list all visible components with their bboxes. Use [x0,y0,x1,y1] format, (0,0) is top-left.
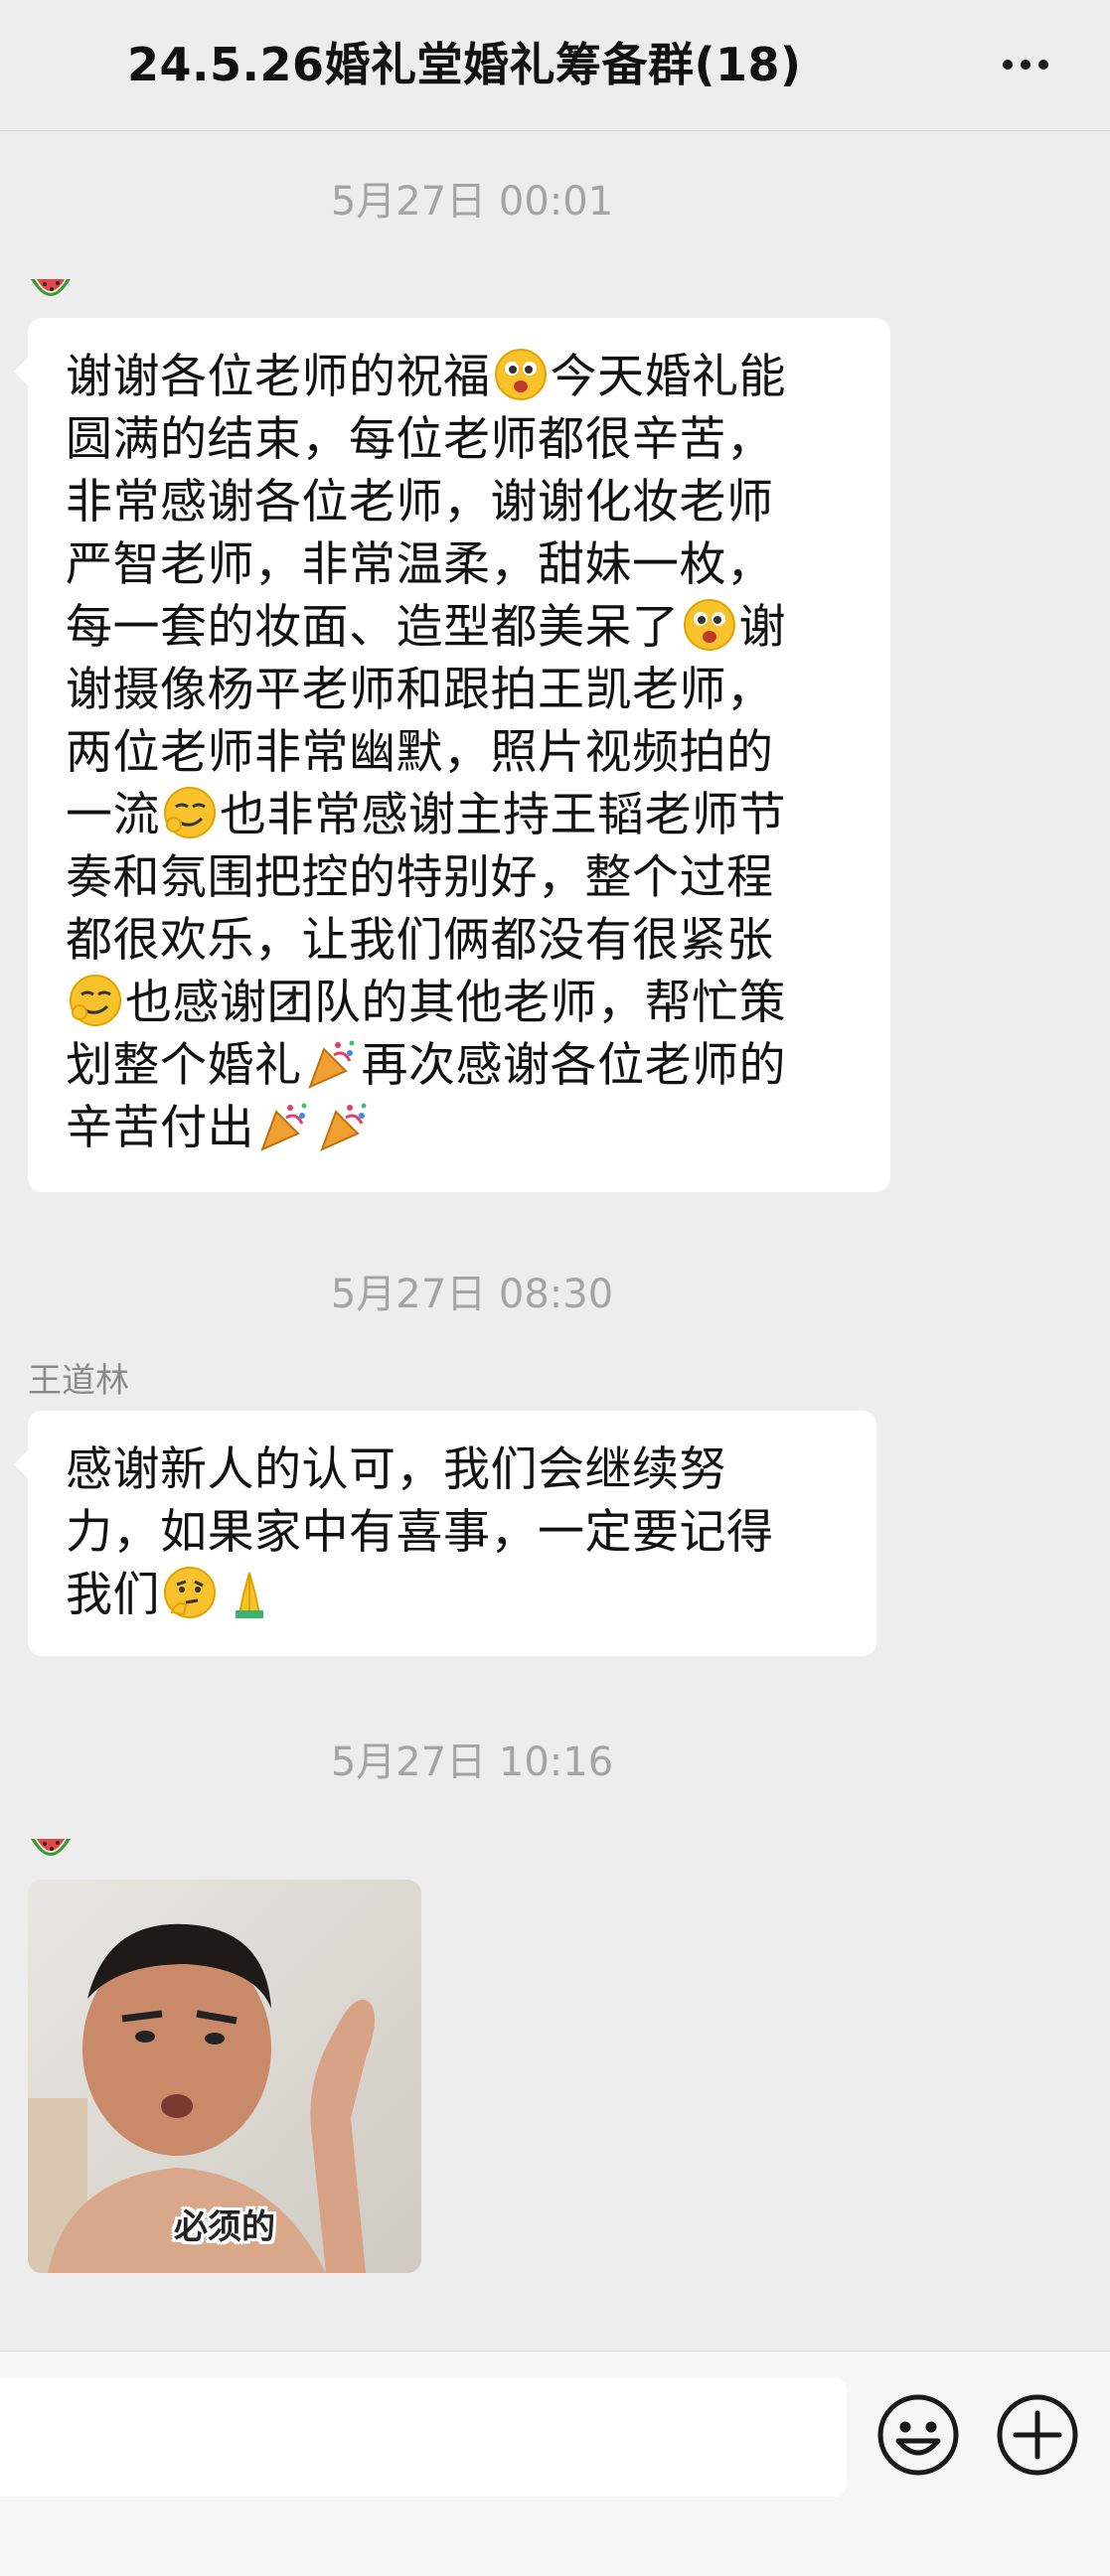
drooling-face-icon [493,347,549,402]
input-bar [0,2350,1110,2576]
sticker-image[interactable]: 必须的 [28,1880,421,2273]
sender-name [28,1829,74,1880]
message-input[interactable] [0,2377,847,2497]
emoji-smile-icon[interactable] [874,2391,962,2479]
sticker-caption: 必须的 [174,2207,275,2247]
smirk-face-icon [162,785,218,840]
plus-circle-icon[interactable] [994,2391,1081,2479]
party-popper-icon [304,1035,360,1091]
message-bubble[interactable]: 谢谢各位老师的祝福 今天婚礼能 圆满的结束，每位老师都很辛苦， 非常感谢各位老师，… [14,318,890,1192]
chat-messages: 5月27日 00:01 谢谢各位老师的祝福 今天婚礼能 圆满的结束，每位老师都很辛… [0,132,1110,2349]
message-bubble[interactable]: 感谢新人的认可，我们会继续努 力，如果家中有喜事，一定要记得 我们 [14,1411,876,1656]
timestamp: 5月27日 10:16 [330,1740,614,1785]
more-dots-icon[interactable] [986,40,1065,89]
drooling-face-icon [682,597,737,653]
thinking-face-icon [162,1565,218,1620]
party-popper-icon [256,1098,312,1153]
sender-name: 王道林 [28,1361,129,1401]
watermelon-icon [31,1839,71,1856]
chat-header: 24.5.26婚礼堂婚礼筹备群(18) [0,0,1110,131]
smirk-face-icon [68,973,123,1028]
watermelon-icon [31,279,71,296]
folded-hands-icon [222,1565,277,1620]
sender-name [28,269,74,320]
timestamp: 5月27日 08:30 [330,1272,614,1317]
timestamp: 5月27日 00:01 [330,179,614,225]
party-popper-icon [316,1098,372,1153]
chat-title: 24.5.26婚礼堂婚礼筹备群(18) [127,38,802,91]
